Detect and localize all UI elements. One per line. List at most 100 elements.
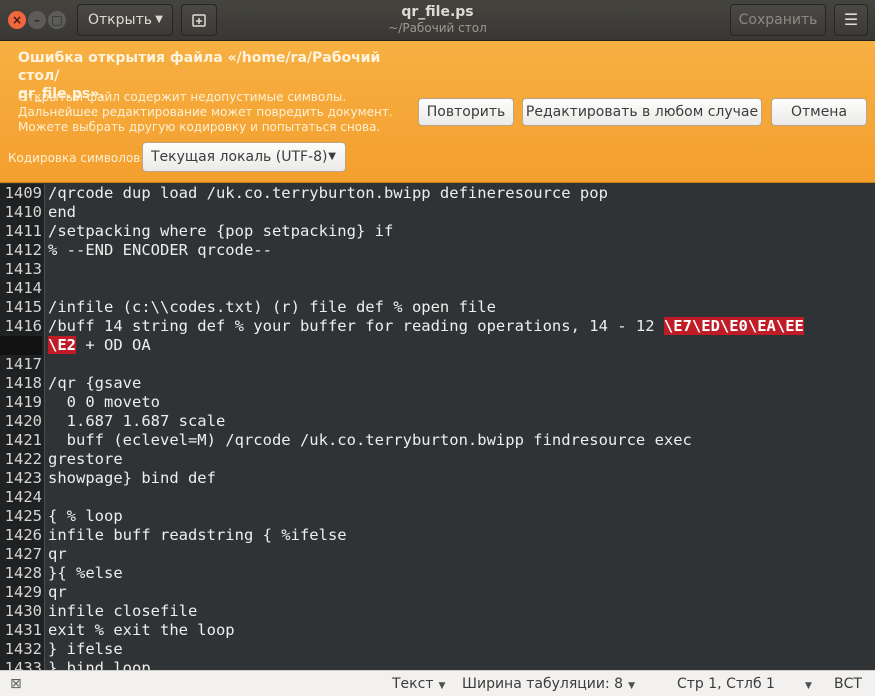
cancel-button[interactable]: Отмена: [771, 98, 867, 126]
code-text: }{ %else: [48, 564, 123, 582]
code-line[interactable]: infile buff readstring { %ifelse: [48, 526, 347, 545]
window-close-icon[interactable]: ×: [8, 11, 26, 29]
code-line[interactable]: } bind loop: [48, 659, 151, 670]
code-text: qr: [48, 583, 67, 601]
code-line[interactable]: } ifelse: [48, 640, 123, 659]
line-number: 1432: [4, 640, 42, 658]
document-path: ~/Рабочий стол: [388, 21, 487, 35]
code-line[interactable]: buff (eclevel=M) /qrcode /uk.co.terrybur…: [48, 431, 692, 450]
chevron-down-icon: ▼: [628, 681, 635, 691]
error-message: Открытый файл содержит недопустимые симв…: [18, 90, 393, 134]
code-line[interactable]: showpage} bind def: [48, 469, 216, 488]
line-number: 1425: [4, 507, 42, 525]
open-button[interactable]: Открыть ▼: [77, 4, 173, 36]
line-number: 1423: [4, 469, 42, 487]
code-line[interactable]: 0 0 moveto: [48, 393, 160, 412]
code-text: end: [48, 203, 76, 221]
line-number: 1411: [4, 222, 42, 240]
open-button-label: Открыть: [88, 12, 152, 28]
line-number: 1420: [4, 412, 42, 430]
save-button[interactable]: Сохранить: [730, 4, 826, 36]
code-line[interactable]: infile closefile: [48, 602, 197, 621]
code-text: } bind loop: [48, 659, 151, 670]
code-text: grestore: [48, 450, 123, 468]
new-tab-button[interactable]: [181, 4, 217, 36]
line-number: 1429: [4, 583, 42, 601]
code-line[interactable]: }{ %else: [48, 564, 123, 583]
code-text: qr: [48, 545, 67, 563]
code-text: infile buff readstring { %ifelse: [48, 526, 347, 544]
code-line[interactable]: /infile (c:\\codes.txt) (r) file def % o…: [48, 298, 496, 317]
error-infobar: Ошибка открытия файла «/home/ra/Рабочий …: [0, 41, 875, 183]
hamburger-menu-icon[interactable]: ☰: [834, 4, 868, 36]
close-panel-icon[interactable]: ⊠: [10, 671, 22, 696]
window-maximize-icon[interactable]: □: [48, 11, 66, 29]
header-bar: × – □ Открыть ▼ qr_file.ps ~/Рабочий сто…: [0, 0, 875, 41]
chevron-down-icon: ▼: [155, 14, 163, 25]
line-number: 1418: [4, 374, 42, 392]
code-line[interactable]: % --END ENCODER qrcode--: [48, 241, 272, 260]
code-line[interactable]: exit % exit the loop: [48, 621, 235, 640]
line-number: 1431: [4, 621, 42, 639]
tab-width-selector[interactable]: Ширина табуляции: 8 ▼: [462, 671, 635, 696]
code-text: /qrcode dup load /uk.co.terryburton.bwip…: [48, 184, 608, 202]
language-selector[interactable]: Текст ▼: [392, 671, 445, 696]
code-line[interactable]: { % loop: [48, 507, 123, 526]
window-minimize-icon[interactable]: –: [28, 11, 46, 29]
line-number: 1410: [4, 203, 42, 221]
text-editor[interactable]: 1409/qrcode dup load /uk.co.terryburton.…: [0, 184, 875, 670]
code-text: buff (eclevel=M) /qrcode /uk.co.terrybur…: [48, 431, 692, 449]
status-bar: ⊠ Текст ▼ Ширина табуляции: 8 ▼ Стр 1, Стл…: [0, 670, 875, 696]
window-title: qr_file.ps ~/Рабочий стол: [300, 4, 575, 35]
code-line[interactable]: grestore: [48, 450, 123, 469]
code-text: % --END ENCODER qrcode--: [48, 241, 272, 259]
code-line[interactable]: 1.687 1.687 scale: [48, 412, 226, 431]
code-text: /buff 14 string def % your buffer for re…: [48, 317, 664, 335]
line-number: 1419: [4, 393, 42, 411]
code-line[interactable]: \E2 + OD OA: [48, 336, 151, 355]
edit-anyway-button[interactable]: Редактировать в любом случае: [522, 98, 762, 126]
chevron-down-icon: ▼: [328, 151, 336, 162]
chevron-down-icon: ▼: [804, 681, 812, 691]
code-text: infile closefile: [48, 602, 198, 620]
invalid-bytes: \E2: [48, 336, 76, 354]
line-number: 1417: [4, 355, 42, 373]
line-number: 1426: [4, 526, 42, 544]
line-number: 1428: [4, 564, 42, 582]
document-title: qr_file.ps: [401, 4, 474, 20]
cursor-position-selector[interactable]: Стр 1, Стлб 1 ▼: [677, 671, 812, 696]
line-number: 1421: [4, 431, 42, 449]
code-text: /infile (c:\\codes.txt) (r) file def % o…: [48, 298, 496, 316]
retry-button[interactable]: Повторить: [418, 98, 514, 126]
line-number: 1422: [4, 450, 42, 468]
line-number: 1413: [4, 260, 42, 278]
language-label: Текст: [392, 676, 434, 692]
code-text: exit % exit the loop: [48, 621, 235, 639]
encoding-label: Кодировка символов:: [8, 151, 145, 165]
code-line[interactable]: end: [48, 203, 76, 222]
encoding-select-value: Текущая локаль (UTF-8): [151, 149, 328, 165]
code-line[interactable]: /buff 14 string def % your buffer for re…: [48, 317, 804, 336]
line-number: 1416: [4, 317, 42, 335]
line-number: 1424: [4, 488, 42, 506]
code-text: showpage} bind def: [48, 469, 216, 487]
line-number: 1415: [4, 298, 42, 316]
code-line[interactable]: qr: [48, 583, 67, 602]
code-text: + OD OA: [76, 336, 151, 354]
code-line[interactable]: /qrcode dup load /uk.co.terryburton.bwip…: [48, 184, 608, 203]
code-line[interactable]: qr: [48, 545, 67, 564]
code-text: /qr {gsave: [48, 374, 142, 392]
line-number: [0, 336, 42, 355]
code-text: } ifelse: [48, 640, 123, 658]
chevron-down-icon: ▼: [438, 681, 446, 691]
code-line[interactable]: /setpacking where {pop setpacking} if: [48, 222, 393, 241]
code-text: 1.687 1.687 scale: [48, 412, 226, 430]
line-number: 1409: [4, 184, 42, 202]
insert-mode-indicator[interactable]: ВСТ: [834, 671, 862, 696]
cursor-position-label: Стр 1, Стлб 1: [677, 676, 775, 692]
line-number: 1427: [4, 545, 42, 563]
code-line[interactable]: /qr {gsave: [48, 374, 141, 393]
encoding-select[interactable]: Текущая локаль (UTF-8) ▼: [142, 142, 346, 172]
code-text: /setpacking where {pop setpacking} if: [48, 222, 394, 240]
code-text: { % loop: [48, 507, 123, 525]
